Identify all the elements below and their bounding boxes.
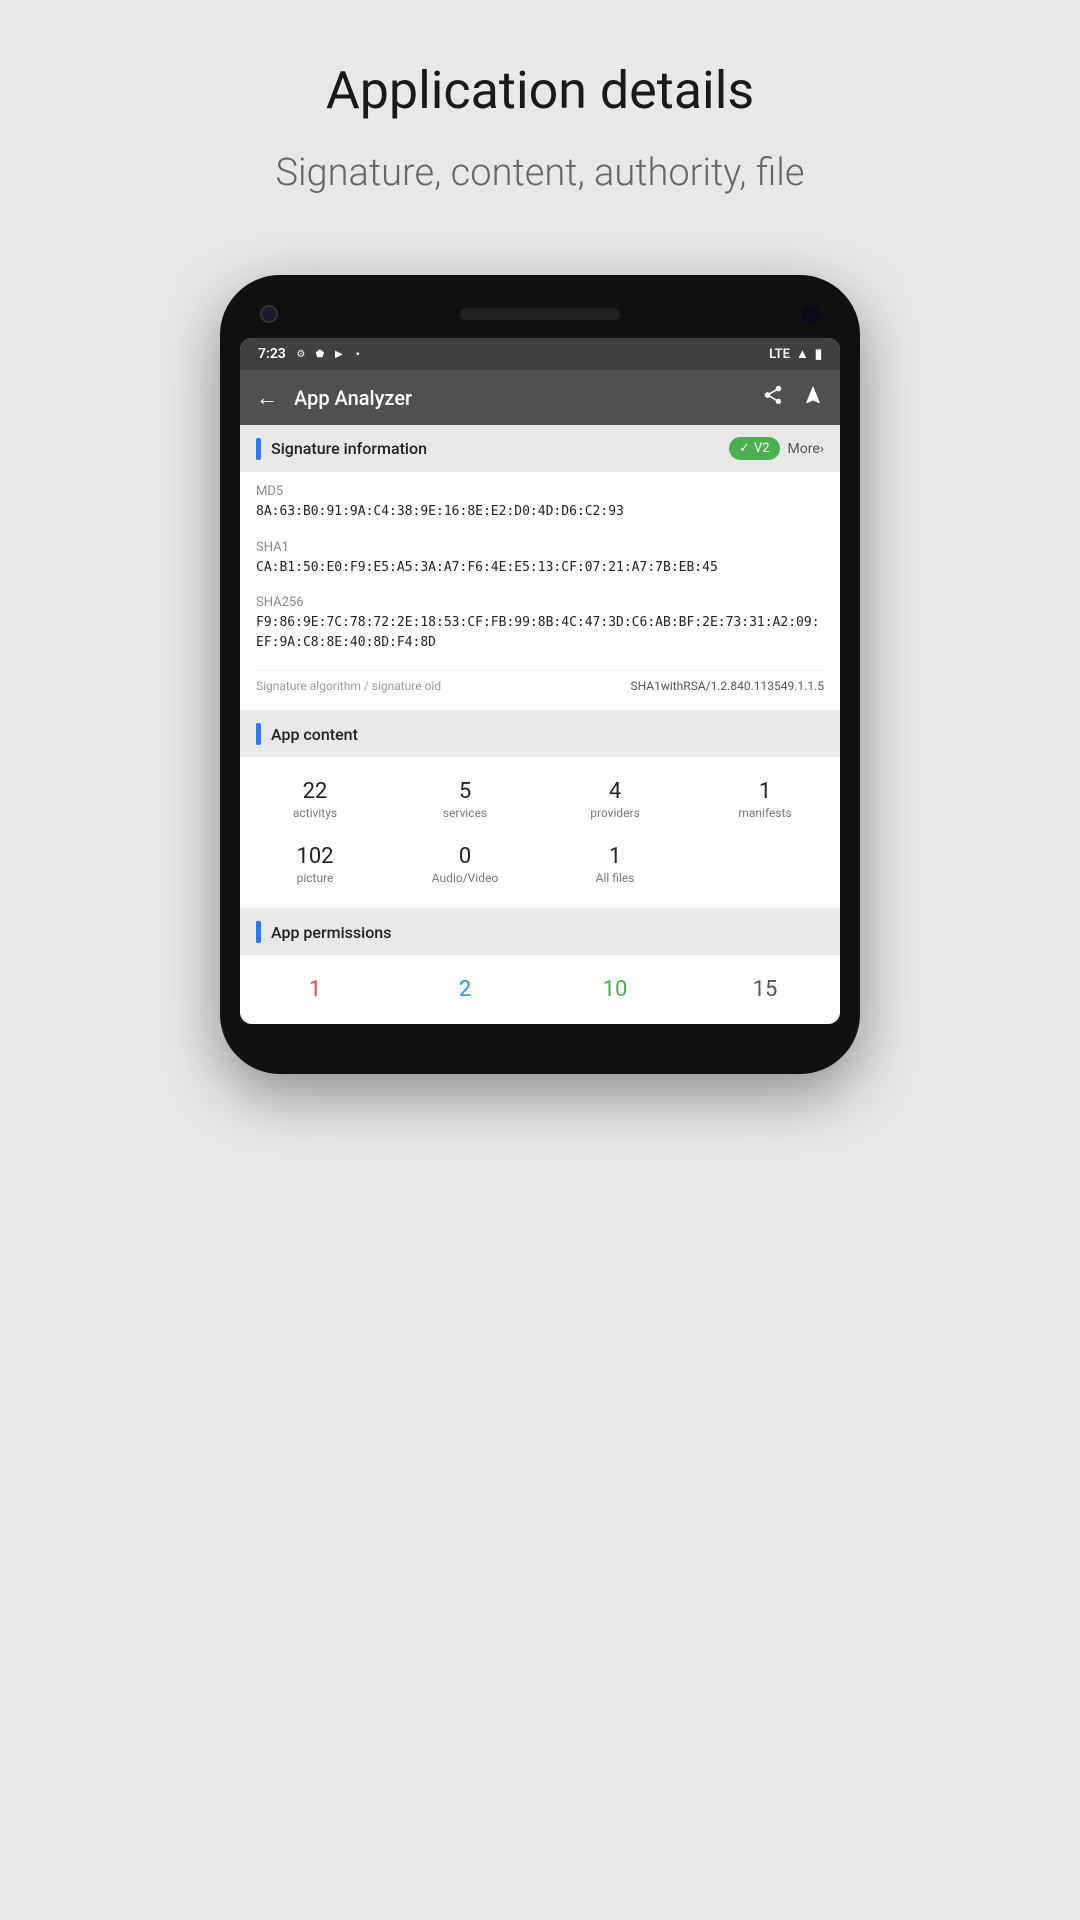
permissions-section-title: App permissions [271,923,824,942]
content-section-header: App content [240,711,840,757]
sha1-row: SHA1 CA:B1:50:E0:F9:E5:A5:3A:A7:F6:4E:E5… [256,540,824,578]
content-cell-activities: 22 activitys [240,767,390,832]
audio-number: 0 [459,844,471,869]
section-bar-permissions [256,921,261,943]
signature-section-header: Signature information ✓ V2 More › [240,425,840,472]
page-subtitle: Signature, content, authority, file [276,151,805,195]
sha1-value: CA:B1:50:E0:F9:E5:A5:3A:A7:F6:4E:E5:13:C… [256,558,824,578]
content-cell-audio: 0 Audio/Video [390,832,540,897]
play-icon: ▶ [332,347,346,361]
phone-speaker [460,308,620,320]
status-icons: ⚙ ⬟ ▶ ▪ [294,347,365,361]
algo-value: SHA1withRSA/1.2.840.113549.1.1.5 [630,679,824,693]
section-bar-signature [256,438,261,460]
content-cell-allfiles: 1 All files [540,832,690,897]
battery-icon: ▮ [815,347,822,362]
md5-row: MD5 8A:63:B0:91:9A:C4:38:9E:16:8E:E2:D0:… [256,484,824,522]
v2-badge: ✓ V2 [729,437,780,460]
md5-value: 8A:63:B0:91:9A:C4:38:9E:16:8E:E2:D0:4D:D… [256,502,824,522]
navigate-icon[interactable] [802,384,824,411]
activities-number: 22 [303,779,328,804]
share-icon[interactable] [762,384,784,411]
picture-number: 102 [296,844,333,869]
page-title: Application details [326,60,754,121]
content-cell-picture: 102 picture [240,832,390,897]
algo-row: Signature algorithm / signature oid SHA1… [256,670,824,693]
activities-label: activitys [293,806,337,820]
shield-icon: ⬟ [313,347,327,361]
content-grid: 22 activitys 5 services 4 providers 1 ma… [240,757,840,907]
md5-label: MD5 [256,484,824,499]
content-cell-providers: 4 providers [540,767,690,832]
perm-cell-3: 10 [540,965,690,1014]
v2-label: V2 [754,441,770,456]
perm-cell-1: 1 [240,965,390,1014]
providers-number: 4 [609,779,621,804]
lte-label: LTE [769,347,790,362]
phone-bottom [240,1024,840,1044]
content-cell-services: 5 services [390,767,540,832]
phone-frame: 7:23 ⚙ ⬟ ▶ ▪ LTE ▲ ▮ ← App Analyzer [220,275,860,1074]
app-toolbar: ← App Analyzer [240,370,840,425]
content-cell-empty [690,832,840,897]
phone-top-bar [240,305,840,338]
perm-cell-2: 2 [390,965,540,1014]
perm-number-2: 2 [459,977,471,1002]
settings-icon: ⚙ [294,347,308,361]
algo-label: Signature algorithm / signature oid [256,679,441,693]
sha256-label: SHA256 [256,595,824,610]
services-number: 5 [459,779,471,804]
content-section-title: App content [271,725,824,744]
sha1-label: SHA1 [256,540,824,555]
manifests-number: 1 [759,779,771,804]
toolbar-title: App Analyzer [294,386,762,410]
services-label: services [443,806,487,820]
status-time: 7:23 [258,346,286,362]
back-button[interactable]: ← [256,385,278,411]
perm-number-1: 1 [309,977,321,1002]
perm-cell-4: 15 [690,965,840,1014]
permissions-section-header: App permissions [240,909,840,955]
sha256-row: SHA256 F9:86:9E:7C:78:72:2E:18:53:CF:FB:… [256,595,824,652]
checkmark-icon: ✓ [739,441,750,456]
allfiles-label: All files [596,871,635,885]
perm-number-4: 15 [753,977,778,1002]
audio-label: Audio/Video [432,871,498,885]
signature-content: MD5 8A:63:B0:91:9A:C4:38:9E:16:8E:E2:D0:… [240,472,840,709]
manifests-label: manifests [738,806,791,820]
allfiles-number: 1 [609,844,621,869]
clipboard-icon: ▪ [351,347,365,361]
toolbar-actions [762,384,824,411]
picture-label: picture [297,871,334,885]
permissions-content: 1 2 10 15 [240,955,840,1024]
phone-camera [260,305,278,323]
perm-number-3: 10 [603,977,628,1002]
content-cell-manifests: 1 manifests [690,767,840,832]
sha256-value: F9:86:9E:7C:78:72:2E:18:53:CF:FB:99:8B:4… [256,613,824,652]
phone-screen: 7:23 ⚙ ⬟ ▶ ▪ LTE ▲ ▮ ← App Analyzer [240,338,840,1024]
status-bar: 7:23 ⚙ ⬟ ▶ ▪ LTE ▲ ▮ [240,338,840,370]
status-left: 7:23 ⚙ ⬟ ▶ ▪ [258,346,365,362]
chevron-right-icon: › [820,441,824,457]
signal-icon: ▲ [796,346,809,362]
providers-label: providers [590,806,640,820]
phone-sensor [802,305,820,323]
signature-section-title: Signature information [271,439,729,458]
more-button[interactable]: More › [788,441,824,457]
section-bar-content [256,723,261,745]
status-right: LTE ▲ ▮ [769,346,822,362]
